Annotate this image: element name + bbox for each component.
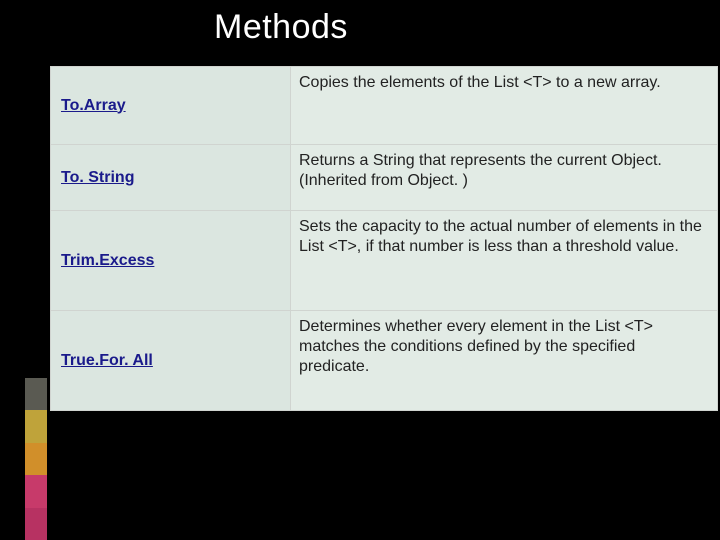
table-row: Trim.Excess Sets the capacity to the act… — [51, 211, 718, 311]
accent-seg — [25, 443, 47, 475]
accent-seg — [25, 508, 47, 540]
page-title: Methods — [0, 0, 720, 65]
method-desc: Sets the capacity to the actual number o… — [291, 211, 718, 311]
method-desc: Returns a String that represents the cur… — [291, 145, 718, 211]
accent-seg — [25, 378, 47, 410]
method-desc: Copies the elements of the List <T> to a… — [291, 67, 718, 145]
method-desc: Determines whether every element in the … — [291, 311, 718, 411]
table-row: True.For. All Determines whether every e… — [51, 311, 718, 411]
table-row: To.Array Copies the elements of the List… — [51, 67, 718, 145]
method-name-link[interactable]: To. String — [51, 145, 291, 211]
accent-seg — [25, 475, 47, 507]
table-row: To. String Returns a String that represe… — [51, 145, 718, 211]
accent-seg — [25, 410, 47, 442]
method-name-link[interactable]: True.For. All — [51, 311, 291, 411]
accent-strip — [25, 378, 47, 540]
methods-table: To.Array Copies the elements of the List… — [50, 66, 718, 411]
method-name-link[interactable]: Trim.Excess — [51, 211, 291, 311]
method-name-link[interactable]: To.Array — [51, 67, 291, 145]
